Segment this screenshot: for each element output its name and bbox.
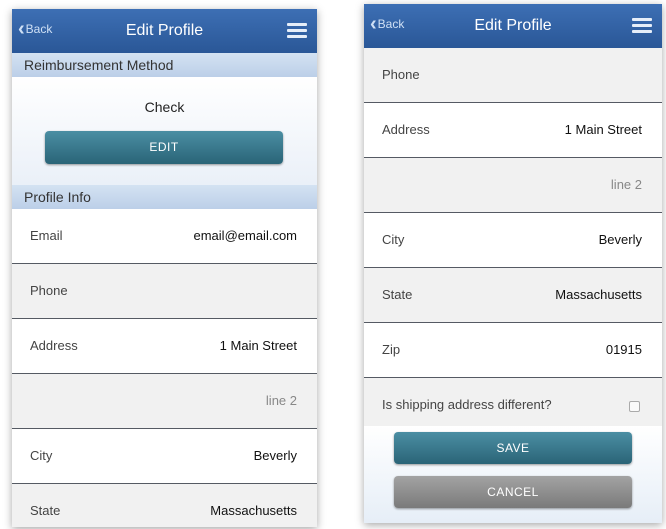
phone-label: Phone <box>382 67 420 82</box>
email-label: Email <box>30 228 63 243</box>
shipping-different-label: Is shipping address different? <box>382 397 552 412</box>
city-row[interactable]: City Beverly <box>12 429 317 484</box>
page-title: Edit Profile <box>125 22 204 39</box>
save-button[interactable]: SAVE <box>394 432 632 464</box>
chevron-left-icon: ‹ <box>18 18 25 40</box>
reimbursement-panel: Check EDIT <box>12 77 317 185</box>
chevron-left-icon: ‹ <box>370 13 377 35</box>
city-label: City <box>382 232 405 247</box>
navbar: ‹ Back Edit Profile <box>364 4 662 48</box>
state-row[interactable]: State Massachusetts <box>12 484 317 527</box>
state-value[interactable]: Massachusetts <box>555 268 642 322</box>
state-label: State <box>30 503 61 518</box>
back-label: Back <box>377 17 405 31</box>
phone-row[interactable]: Phone <box>364 48 662 103</box>
shipping-different-row[interactable]: Is shipping address different? <box>364 378 662 433</box>
zip-row[interactable]: Zip 01915 <box>364 323 662 378</box>
zip-label: Zip <box>382 342 401 357</box>
cancel-button[interactable]: CANCEL <box>394 476 632 508</box>
hamburger-menu-icon[interactable] <box>632 18 652 34</box>
edit-button[interactable]: EDIT <box>45 131 283 164</box>
address-line2-row[interactable]: line 2 <box>364 158 662 213</box>
email-row[interactable]: Email email@email.com <box>12 209 317 264</box>
zip-value[interactable]: 01915 <box>606 323 642 377</box>
address-row[interactable]: Address 1 Main Street <box>12 319 317 374</box>
back-label: Back <box>25 22 53 36</box>
page-title: Edit Profile <box>474 17 552 34</box>
phone-label: Phone <box>30 283 68 298</box>
address-row[interactable]: Address 1 Main Street <box>364 103 662 158</box>
back-button[interactable]: ‹ Back <box>18 18 53 40</box>
city-value[interactable]: Beverly <box>599 213 642 267</box>
address-label: Address <box>30 338 78 353</box>
phone-row[interactable]: Phone <box>12 264 317 319</box>
state-row[interactable]: State Massachusetts <box>364 268 662 323</box>
navbar: ‹ Back Edit Profile <box>12 9 317 53</box>
address-line2-value[interactable]: line 2 <box>266 374 297 428</box>
shipping-different-checkbox[interactable] <box>629 401 640 412</box>
state-value[interactable]: Massachusetts <box>210 484 297 527</box>
right-screen: ‹ Back Edit Profile Phone Address 1 Main… <box>364 4 662 523</box>
hamburger-menu-icon[interactable] <box>287 23 307 39</box>
address-line2-row[interactable]: line 2 <box>12 374 317 429</box>
left-screen: ‹ Back Edit Profile Reimbursement Method… <box>12 9 317 527</box>
action-panel: SAVE CANCEL <box>364 426 662 523</box>
address-label: Address <box>382 122 430 137</box>
city-row[interactable]: City Beverly <box>364 213 662 268</box>
email-value[interactable]: email@email.com <box>194 209 298 263</box>
section-header-profile-info: Profile Info <box>12 185 317 209</box>
address-line2-value[interactable]: line 2 <box>611 158 642 212</box>
state-label: State <box>382 287 413 302</box>
reimbursement-method-value: Check <box>144 99 185 115</box>
address-value[interactable]: 1 Main Street <box>220 319 297 373</box>
city-label: City <box>30 448 53 463</box>
back-button[interactable]: ‹ Back <box>370 13 405 35</box>
city-value[interactable]: Beverly <box>254 429 297 483</box>
section-header-reimbursement: Reimbursement Method <box>12 53 317 77</box>
address-value[interactable]: 1 Main Street <box>565 103 642 157</box>
